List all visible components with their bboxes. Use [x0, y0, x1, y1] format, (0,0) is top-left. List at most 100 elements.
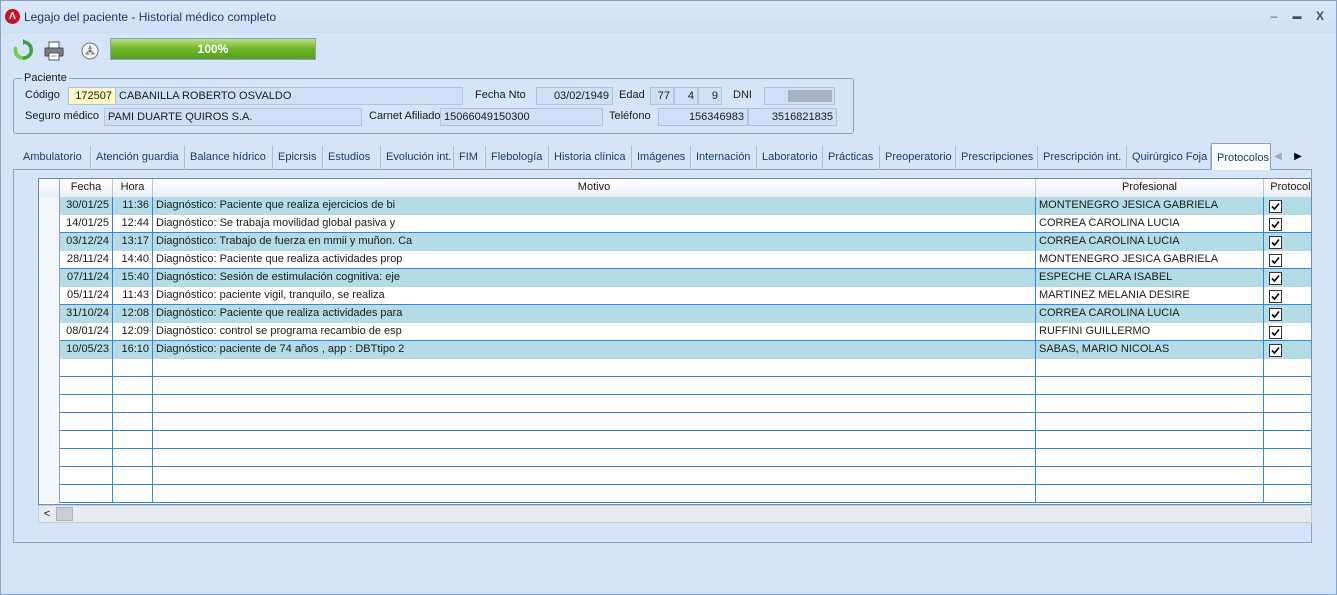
row-selector-cell[interactable]	[39, 485, 60, 503]
seguro-field[interactable]: PAMI DUARTE QUIROS S.A.	[104, 108, 362, 126]
empty-row[interactable]	[39, 377, 1311, 395]
protocolo-cell[interactable]	[1264, 377, 1311, 395]
minimize-button[interactable]: –	[1263, 7, 1285, 25]
protocolo-cell[interactable]	[1264, 323, 1311, 341]
protocolo-cell[interactable]	[1264, 449, 1311, 467]
row-selector-cell[interactable]	[39, 449, 60, 467]
protocolo-cell[interactable]	[1264, 197, 1311, 215]
scroll-left-arrow-icon[interactable]: <	[39, 506, 55, 522]
tab-quirúrgico-foja[interactable]: Quirúrgico Foja	[1127, 146, 1211, 170]
protocolo-checkbox[interactable]	[1269, 308, 1282, 321]
row-selector-cell[interactable]	[39, 233, 60, 251]
row-selector-cell[interactable]	[39, 197, 60, 215]
tab-prescripción-int-[interactable]: Prescripción int.	[1038, 146, 1127, 170]
edad-anios-field[interactable]: 77	[650, 87, 674, 105]
edad-meses-field[interactable]: 4	[674, 87, 698, 105]
empty-row[interactable]	[39, 485, 1311, 503]
table-row[interactable]: 10/05/23 16:10 Diagnóstico: paciente de 74…	[39, 341, 1311, 359]
protocolo-checkbox[interactable]	[1269, 344, 1282, 357]
telefono2-field[interactable]: 3516821835	[748, 108, 837, 126]
table-row[interactable]: 30/01/25 11:36 Diagnóstico: Paciente que r…	[39, 197, 1311, 215]
column-header-hora[interactable]: Hora	[113, 179, 153, 197]
protocol-grid[interactable]: FechaHoraMotivoProfesionalProtocolo30/01…	[38, 178, 1312, 505]
protocolo-checkbox[interactable]	[1269, 272, 1282, 285]
tab-protocolos[interactable]: Protocolos	[1211, 143, 1271, 171]
row-selector-cell[interactable]	[39, 395, 60, 413]
horizontal-scrollbar[interactable]: <	[38, 505, 1312, 523]
protocolo-cell[interactable]	[1264, 467, 1311, 485]
column-header-fecha[interactable]: Fecha	[60, 179, 113, 197]
row-selector-cell[interactable]	[39, 305, 60, 323]
tab-internación[interactable]: Internación	[691, 146, 757, 170]
codigo-field[interactable]: 172507	[68, 87, 116, 105]
tab-prescripciones[interactable]: Prescripciones	[956, 146, 1038, 170]
row-selector-cell[interactable]	[39, 431, 60, 449]
column-header-protocolo[interactable]: Protocolo	[1264, 179, 1311, 197]
protocolo-cell[interactable]	[1264, 233, 1311, 251]
tab-scroll-right-icon[interactable]: ▶	[1291, 148, 1305, 166]
protocolo-cell[interactable]	[1264, 395, 1311, 413]
row-selector-cell[interactable]	[39, 269, 60, 287]
column-header-profesional[interactable]: Profesional	[1036, 179, 1264, 197]
tab-preoperatorio[interactable]: Preoperatorio	[880, 146, 956, 170]
row-selector-cell[interactable]	[39, 413, 60, 431]
print-icon[interactable]	[43, 40, 65, 62]
protocolo-cell[interactable]	[1264, 305, 1311, 323]
tab-ambulatorio[interactable]: Ambulatorio	[18, 146, 91, 170]
row-selector-cell[interactable]	[39, 359, 60, 377]
telefono1-field[interactable]: 156346983	[658, 108, 748, 126]
empty-row[interactable]	[39, 395, 1311, 413]
table-row[interactable]: 03/12/24 13:17 Diagnóstico: Trabajo de fue…	[39, 233, 1311, 251]
tab-imágenes[interactable]: Imágenes	[632, 146, 691, 170]
close-button[interactable]: X	[1309, 7, 1331, 25]
tab-prácticas[interactable]: Prácticas	[823, 146, 880, 170]
scroll-thumb[interactable]	[56, 507, 73, 521]
protocolo-checkbox[interactable]	[1269, 254, 1282, 267]
protocolo-checkbox[interactable]	[1269, 200, 1282, 213]
protocolo-cell[interactable]	[1264, 269, 1311, 287]
tab-epicrsis[interactable]: Epicrsis	[273, 146, 323, 170]
empty-row[interactable]	[39, 467, 1311, 485]
row-selector-cell[interactable]	[39, 377, 60, 395]
tab-historia-clínica[interactable]: Historia clínica	[549, 146, 632, 170]
table-row[interactable]: 08/01/24 12:09 Diagnóstico: control se pro…	[39, 323, 1311, 341]
protocolo-cell[interactable]	[1264, 341, 1311, 359]
tab-laboratorio[interactable]: Laboratorio	[757, 146, 823, 170]
tab-atención-guardia[interactable]: Atención guardia	[91, 146, 185, 170]
protocolo-cell[interactable]	[1264, 359, 1311, 377]
fecha-nto-field[interactable]: 03/02/1949	[536, 87, 613, 105]
table-row[interactable]: 28/11/24 14:40 Diagnóstico: Paciente que r…	[39, 251, 1311, 269]
protocolo-cell[interactable]	[1264, 215, 1311, 233]
stop-icon[interactable]	[79, 40, 101, 62]
protocolo-checkbox[interactable]	[1269, 290, 1282, 303]
tab-scroll-left-icon[interactable]: ◀	[1271, 148, 1285, 166]
tab-estudios[interactable]: Estudios	[323, 146, 381, 170]
tab-balance-hídrico[interactable]: Balance hídrico	[185, 146, 273, 170]
tab-fim[interactable]: FIM	[454, 146, 486, 170]
row-selector-cell[interactable]	[39, 251, 60, 269]
row-selector-cell[interactable]	[39, 341, 60, 359]
tab-evolución-int-[interactable]: Evolución int.	[381, 146, 454, 170]
table-row[interactable]: 05/11/24 11:43 Diagnóstico: paciente vigil…	[39, 287, 1311, 305]
empty-row[interactable]	[39, 431, 1311, 449]
protocolo-cell[interactable]	[1264, 251, 1311, 269]
dni-field[interactable]	[764, 87, 835, 105]
tab-flebología[interactable]: Flebología	[486, 146, 549, 170]
protocolo-cell[interactable]	[1264, 287, 1311, 305]
patient-name-field[interactable]: CABANILLA ROBERTO OSVALDO	[115, 87, 463, 105]
row-selector-cell[interactable]	[39, 287, 60, 305]
row-selector-cell[interactable]	[39, 215, 60, 233]
carnet-field[interactable]: 15066049150300	[440, 108, 603, 126]
protocolo-checkbox[interactable]	[1269, 236, 1282, 249]
empty-row[interactable]	[39, 359, 1311, 377]
column-header-motivo[interactable]: Motivo	[153, 179, 1036, 197]
protocolo-checkbox[interactable]	[1269, 218, 1282, 231]
title-bar[interactable]: Λ Legajo del paciente - Historial médico…	[1, 1, 1336, 33]
protocolo-cell[interactable]	[1264, 485, 1311, 503]
empty-row[interactable]	[39, 449, 1311, 467]
protocolo-cell[interactable]	[1264, 413, 1311, 431]
table-row[interactable]: 07/11/24 15:40 Diagnóstico: Sesión de esti…	[39, 269, 1311, 287]
row-selector-cell[interactable]	[39, 323, 60, 341]
protocolo-checkbox[interactable]	[1269, 326, 1282, 339]
row-selector-cell[interactable]	[39, 467, 60, 485]
